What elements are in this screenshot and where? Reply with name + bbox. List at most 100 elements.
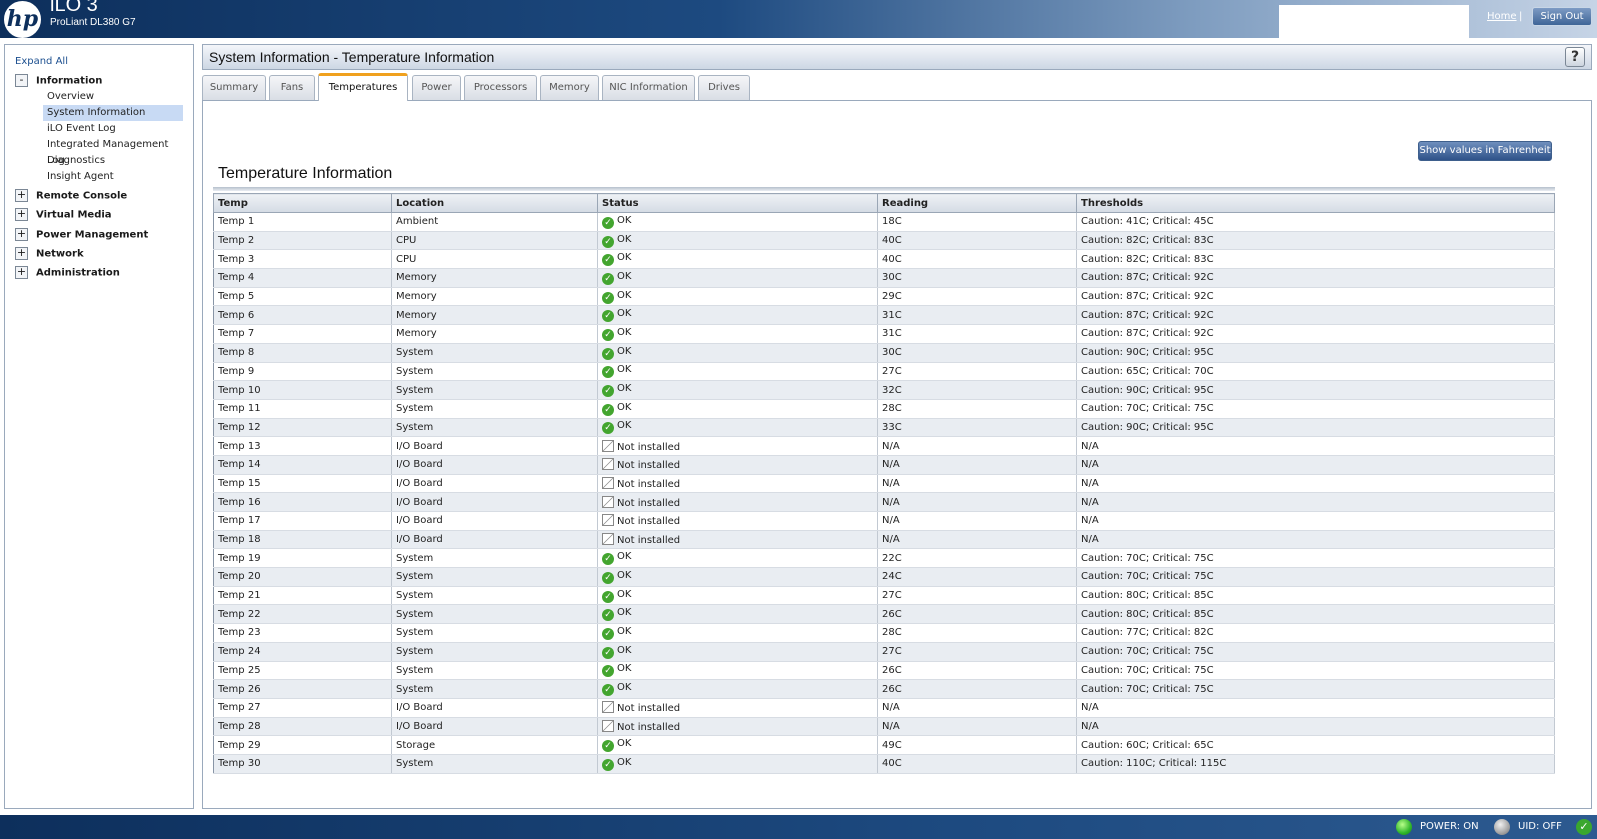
status-text: OK (617, 756, 632, 768)
table-row: Temp 17 I/O Board Not installed N/A N/A (213, 511, 1555, 531)
column-header-status[interactable]: Status (597, 193, 878, 213)
nav-section-label: Network (36, 248, 84, 260)
cell-location: System (391, 343, 598, 363)
cell-status: ✓ OK (597, 399, 878, 419)
status-text: Not installed (617, 478, 681, 490)
status-text: OK (617, 308, 632, 320)
cell-reading: 49C (877, 735, 1077, 755)
expand-icon[interactable]: + (15, 266, 28, 279)
status-text: Not installed (617, 460, 681, 472)
expand-icon[interactable]: + (15, 208, 28, 221)
expand-icon[interactable]: + (15, 228, 28, 241)
cell-reading: 18C (877, 212, 1077, 232)
cell-thresholds: N/A (1076, 492, 1555, 512)
cell-temp: Temp 1 (213, 212, 392, 232)
nav-item-system-information[interactable]: System Information (43, 105, 183, 121)
table-row: Temp 8 System ✓ OK 30C Caution: 90C; Critical… (213, 343, 1555, 363)
status-text: OK (617, 270, 632, 282)
nav-section-information[interactable]: - Information (15, 74, 102, 87)
table-row: Temp 18 I/O Board Not installed N/A N/A (213, 530, 1555, 550)
collapse-icon[interactable]: - (15, 74, 28, 87)
cell-thresholds: N/A (1076, 455, 1555, 475)
table-row: Temp 19 System ✓ OK 22C Caution: 70C; Critica… (213, 548, 1555, 569)
status-text: Not installed (617, 497, 681, 509)
main-content: System Information - Temperature Informa… (202, 44, 1592, 809)
cell-status: ✓ OK (597, 679, 878, 699)
table-row: Temp 1 Ambient ✓ OK 18C Caution: 41C; Critica… (213, 212, 1555, 232)
cell-temp: Temp 16 (213, 492, 392, 512)
ok-status-icon: ✓ (602, 235, 614, 248)
status-text: Not installed (617, 516, 681, 528)
nav-section-network[interactable]: + Network (15, 247, 84, 260)
table-row: Temp 12 System ✓ OK 33C Caution: 90C; Critica… (213, 418, 1555, 438)
cell-temp: Temp 28 (213, 717, 392, 737)
heading-divider (213, 187, 1555, 191)
tab-power[interactable]: Power (412, 75, 461, 100)
home-link[interactable]: Home (1487, 11, 1517, 22)
cell-location: Memory (391, 324, 598, 344)
nav-section-power-management[interactable]: + Power Management (15, 228, 148, 241)
cell-location: I/O Board (391, 511, 598, 531)
cell-status: ✓ OK (597, 249, 878, 270)
nav-item-overview[interactable]: Overview (43, 89, 183, 105)
cell-thresholds: Caution: 80C; Critical: 85C (1076, 586, 1555, 606)
cell-temp: Temp 2 (213, 231, 392, 251)
help-button[interactable]: ? (1565, 47, 1585, 67)
tab-summary[interactable]: Summary (202, 75, 266, 100)
ok-status-icon: ✓ (602, 403, 614, 416)
not-installed-icon (602, 458, 614, 471)
cell-reading: 32C (877, 380, 1077, 400)
cell-location: CPU (391, 231, 598, 251)
nav-section-virtual-media[interactable]: + Virtual Media (15, 208, 112, 221)
tab-nic-information[interactable]: NIC Information (602, 75, 695, 100)
hp-logo-text: hp (6, 6, 39, 32)
nav-section-administration[interactable]: + Administration (15, 266, 120, 279)
cell-thresholds: Caution: 70C; Critical: 75C (1076, 661, 1555, 681)
cell-status: Not installed (597, 492, 878, 512)
tab-drives[interactable]: Drives (698, 75, 750, 100)
cell-reading: 40C (877, 249, 1077, 270)
column-header-reading[interactable]: Reading (877, 193, 1077, 213)
sign-out-button[interactable]: Sign Out (1532, 7, 1592, 26)
tab-memory[interactable]: Memory (540, 75, 599, 100)
ok-status-icon: ✓ (602, 627, 614, 640)
cell-location: I/O Board (391, 455, 598, 475)
expand-icon[interactable]: + (15, 247, 28, 260)
column-header-thresholds[interactable]: Thresholds (1076, 193, 1555, 213)
cell-thresholds: Caution: 70C; Critical: 75C (1076, 679, 1555, 699)
cell-location: I/O Board (391, 530, 598, 550)
left-navigation: Expand All - Information Overview System … (4, 44, 194, 809)
cell-location: Ambient (391, 212, 598, 232)
show-fahrenheit-button[interactable]: Show values in Fahrenheit (1418, 141, 1552, 161)
ok-status-icon: ✓ (602, 422, 614, 435)
expand-icon[interactable]: + (15, 189, 28, 202)
cell-temp: Temp 17 (213, 511, 392, 531)
column-header-temp[interactable]: Temp (213, 193, 392, 213)
nav-section-remote-console[interactable]: + Remote Console (15, 189, 127, 202)
table-row: Temp 6 Memory ✓ OK 31C Caution: 87C; Critical… (213, 305, 1555, 326)
status-text: OK (617, 345, 632, 357)
column-header-location[interactable]: Location (391, 193, 598, 213)
nav-item-insight-agent[interactable]: Insight Agent (43, 169, 183, 185)
nav-section-label: Remote Console (36, 190, 128, 202)
cell-reading: 31C (877, 324, 1077, 344)
expand-all-link[interactable]: Expand All (15, 56, 68, 67)
tab-processors[interactable]: Processors (464, 75, 537, 100)
table-row: Temp 13 I/O Board Not installed N/A N/A (213, 436, 1555, 456)
tab-temperatures[interactable]: Temperatures (318, 73, 408, 101)
cell-status: Not installed (597, 436, 878, 456)
cell-location: System (391, 679, 598, 699)
nav-item-ilo-event-log[interactable]: iLO Event Log (43, 121, 183, 137)
cell-reading: 40C (877, 754, 1077, 774)
cell-reading: 27C (877, 362, 1077, 382)
cell-status: ✓ OK (597, 343, 878, 363)
cell-temp: Temp 27 (213, 698, 392, 718)
ok-status-icon: ✓ (602, 291, 614, 304)
cell-thresholds: N/A (1076, 474, 1555, 494)
uid-led-icon[interactable] (1494, 819, 1510, 835)
nav-item-diagnostics[interactable]: Diagnostics (43, 153, 183, 169)
tab-body: Show values in Fahrenheit Temperature In… (202, 100, 1592, 809)
cell-temp: Temp 7 (213, 324, 392, 344)
tab-fans[interactable]: Fans (269, 75, 315, 100)
nav-item-integrated-management-log[interactable]: Integrated Management Log (43, 137, 183, 166)
